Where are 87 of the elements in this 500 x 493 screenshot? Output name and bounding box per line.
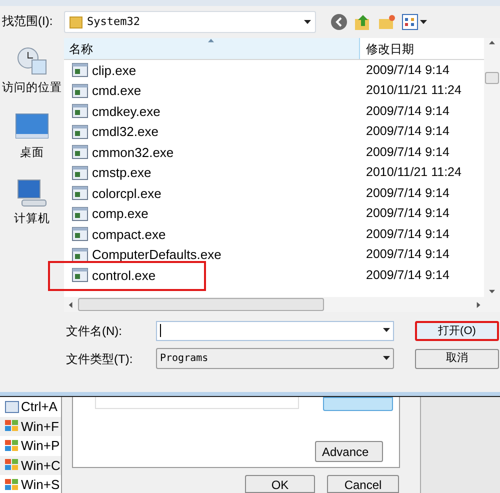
column-header[interactable]: 名称 [64,38,360,59]
look-in-combo[interactable]: System32 [64,11,316,33]
browse-button[interactable] [323,397,393,411]
program-icon [72,104,88,118]
shortcut-item[interactable]: Win+S [0,475,61,493]
shortcut-item[interactable]: Win+C [0,456,61,475]
open-button[interactable]: 打开(O) [415,320,499,340]
file-row[interactable]: comp.exe 2009/7/14 9:14 [64,204,484,224]
file-row[interactable]: cmstp.exe 2010/11/21 11:24 [64,162,484,183]
file-row[interactable]: control.exe 2009/7/14 9:14 [64,265,484,286]
file-name: ComputerDefaults.exe [92,246,222,264]
file-name: cmdl32.exe [92,123,158,141]
file-row[interactable]: cmmon32.exe 2009/7/14 9:14 [64,142,484,162]
folder-icon [69,15,83,29]
program-icon [72,206,88,221]
file-row[interactable]: cmd.exe 2010/11/21 11:24 [64,80,484,101]
program-icon [72,63,88,78]
file-row[interactable]: cmdl32.exe 2009/7/14 9:14 [64,122,484,142]
dropdown-arrow-icon [383,355,390,362]
shortcut-item[interactable]: Win+F [0,416,61,436]
scroll-thumb[interactable] [485,72,499,84]
horizontal-scrollbar[interactable] [64,297,500,312]
program-icon [72,166,88,180]
sort-arrow-icon [208,38,214,44]
scroll-up-icon [489,40,495,46]
scroll-thumb[interactable] [78,298,324,311]
file-name: colorcpl.exe [92,184,162,203]
modified-date: 2009/7/14 9:14 [365,102,450,120]
modified-date: 2009/7/14 9:14 [365,184,450,202]
file-row[interactable]: clip.exe 2009/7/14 9:14 [64,60,484,80]
cancel-button[interactable]: Cancel [327,475,399,493]
advanced-button[interactable]: Advance [315,441,383,462]
scroll-right-icon [476,302,482,308]
program-icon [72,124,88,139]
back-icon[interactable] [330,13,348,31]
cancel-button[interactable]: 取消 [415,348,499,368]
view-menu-icon[interactable] [402,14,428,30]
file-type-combo[interactable]: Programs [156,348,394,369]
windows-logo-icon [5,420,19,432]
file-name: comp.exe [92,205,148,223]
file-name: clip.exe [92,62,136,80]
modified-date: 2009/7/14 9:14 [365,246,450,264]
file-name: cmmon32.exe [92,144,174,162]
modified-date: 2009/7/14 9:14 [365,62,450,79]
column-header[interactable]: 修改日期 [360,38,484,59]
file-name: compact.exe [92,226,166,244]
ok-button[interactable]: OK [245,475,315,493]
field-label: 文件类型(T): [65,350,134,368]
windows-logo-icon [5,478,19,491]
file-name: control.exe [92,266,156,284]
program-icon [72,145,88,160]
scroll-down-icon [489,289,495,295]
modified-date: 2010/11/21 11:24 [365,164,462,182]
file-name-field[interactable] [156,320,394,340]
file-row[interactable]: ComputerDefaults.exe 2009/7/14 9:14 [64,244,484,265]
windows-logo-icon [5,440,19,452]
look-in-label: 找范围(I): [1,13,54,30]
dropdown-arrow-icon [383,327,390,334]
modified-date: 2009/7/14 9:14 [365,266,450,284]
modified-date: 2009/7/14 9:14 [365,123,450,140]
file-name: cmdkey.exe [92,102,160,121]
scroll-left-icon [68,302,74,308]
program-icon [72,186,88,200]
new-folder-icon[interactable] [378,13,396,31]
program-icon [72,268,88,282]
file-name: cmstp.exe [92,164,152,182]
file-row[interactable]: colorcpl.exe 2009/7/14 9:14 [64,183,484,204]
sidebar-item[interactable]: 桌面 [0,111,64,162]
file-row[interactable]: compact.exe 2009/7/14 9:14 [64,224,484,244]
modified-date: 2009/7/14 9:14 [365,144,450,161]
shortcut-item[interactable]: Win+P [0,436,61,456]
modified-date: 2009/7/14 9:14 [365,205,450,222]
windows-logo-icon [5,459,19,472]
modified-date: 2010/11/21 11:24 [365,82,462,100]
program-icon [72,248,88,262]
window-icon [5,400,19,413]
sidebar-item[interactable]: 计算机 [0,176,64,228]
program-icon [72,227,88,242]
dropdown-arrow-icon [304,18,311,26]
shortcut-item[interactable]: Ctrl+A [0,397,61,416]
up-folder-icon[interactable] [354,13,372,31]
file-row[interactable]: cmdkey.exe 2009/7/14 9:14 [64,101,484,122]
sidebar-item[interactable]: 访问的位置 [0,46,64,98]
file-name: cmd.exe [92,82,142,100]
modified-date: 2009/7/14 9:14 [365,226,450,243]
program-icon [72,84,88,98]
field-label: 文件名(N): [65,322,123,340]
